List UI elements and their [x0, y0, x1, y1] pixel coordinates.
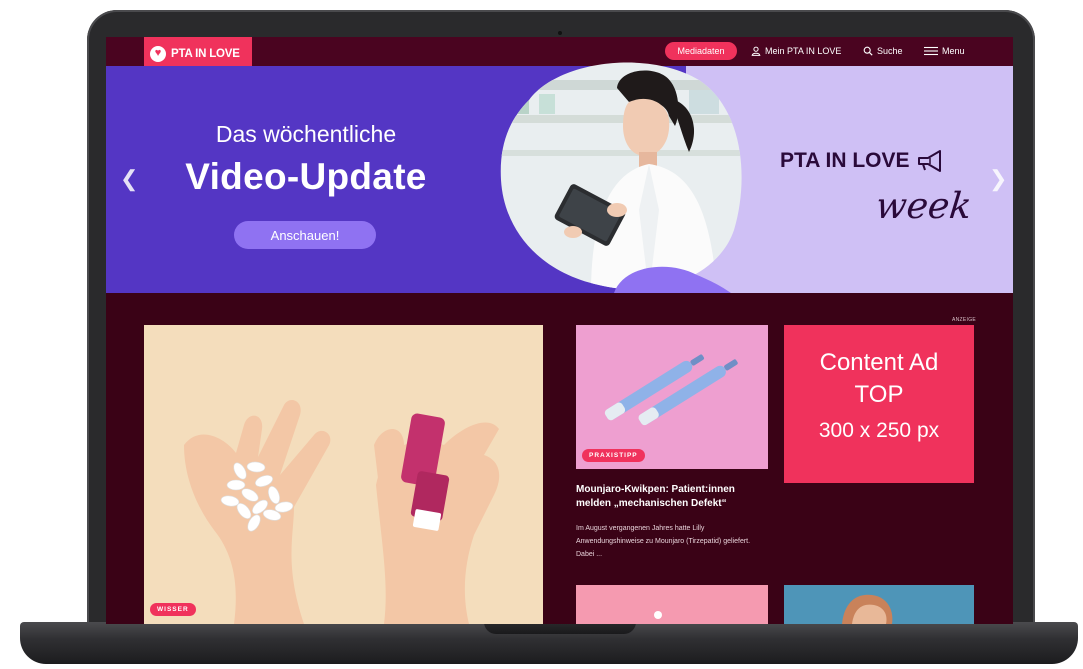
- insulin-pens-photo: [576, 325, 768, 469]
- hamburger-icon: [924, 46, 938, 56]
- search-label: Suche: [877, 46, 903, 56]
- card-excerpt: Im August vergangenen Jahres hatte Lilly…: [576, 525, 751, 558]
- pharmacist-photo: [500, 62, 742, 293]
- logo-text: PTA IN LOVE: [171, 47, 240, 60]
- my-account-link[interactable]: Mein PTA IN LOVE: [751, 43, 841, 59]
- main-article-tag[interactable]: WISSER: [150, 603, 196, 616]
- pills-inhaler-photo: [144, 325, 543, 624]
- chevron-left-icon[interactable]: ❮: [120, 166, 138, 192]
- laptop-screen: ♥ PTA IN LOVE Mediadaten Mein PTA IN LOV…: [106, 37, 1013, 624]
- pink-pill-photo: [576, 585, 768, 624]
- watch-button[interactable]: Anschauen!: [234, 221, 376, 249]
- featured-article-image[interactable]: WISSER: [144, 325, 543, 624]
- laptop-camera: [558, 31, 562, 35]
- hero-banner[interactable]: ❮ ❯ Das wöchentliche Video-Update Anscha…: [106, 62, 1013, 293]
- card-article-image[interactable]: PRAXISTIPP: [576, 325, 768, 469]
- card-image-lower-left[interactable]: [576, 585, 768, 624]
- ad-line-1: Content Ad: [819, 349, 939, 376]
- hero-title: Video-Update: [185, 156, 427, 197]
- menu-label: Menu: [942, 46, 965, 56]
- week-script: week: [873, 186, 974, 227]
- week-brand-text: PTA IN LOVE: [780, 149, 910, 172]
- card-tag[interactable]: PRAXISTIPP: [582, 449, 645, 462]
- hero-subtitle: Das wöchentliche: [215, 121, 397, 147]
- card-image-lower-right[interactable]: [784, 585, 974, 624]
- search-link[interactable]: Suche: [863, 43, 903, 59]
- portrait-photo: [784, 585, 974, 624]
- ad-label: ANZEIGE: [952, 317, 977, 323]
- search-icon: [863, 46, 873, 56]
- ad-line-3: 300 x 250 px: [818, 419, 940, 442]
- megaphone-icon: [917, 150, 941, 172]
- menu-button[interactable]: Menu: [924, 43, 965, 59]
- my-account-label: Mein PTA IN LOVE: [765, 46, 842, 56]
- card-title[interactable]: Mounjaro-Kwikpen: Patient:innen melden „…: [576, 483, 772, 510]
- content-ad[interactable]: Content Ad TOP 300 x 250 px: [784, 325, 974, 483]
- week-brand: PTA IN LOVE: [780, 149, 946, 173]
- mediadaten-button[interactable]: Mediadaten: [665, 42, 737, 60]
- chevron-right-icon[interactable]: ❯: [989, 166, 1007, 192]
- ad-line-2: TOP: [854, 381, 904, 408]
- user-icon: [751, 46, 761, 56]
- heart-icon: ♥: [150, 45, 166, 62]
